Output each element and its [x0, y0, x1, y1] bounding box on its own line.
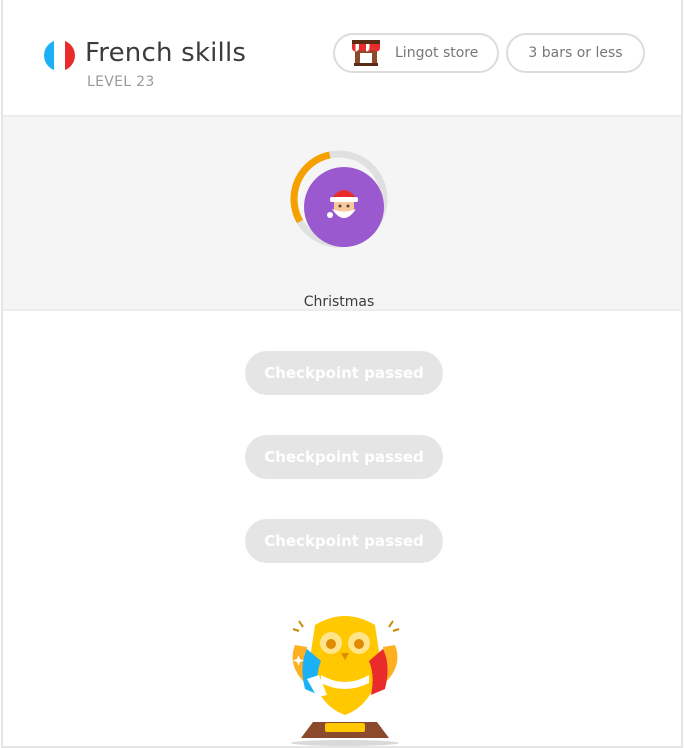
- bars-filter-button[interactable]: 3 bars or less: [506, 33, 645, 73]
- skills-header: French skills LEVEL 23 Lingot store 3 ba…: [3, 0, 681, 115]
- page-title: French skills: [85, 38, 247, 68]
- lingot-store-label: Lingot store: [395, 45, 479, 61]
- lingot-store-button[interactable]: Lingot store: [333, 33, 499, 73]
- skill-christmas[interactable]: Christmas: [289, 149, 389, 310]
- french-flag-icon: [44, 40, 75, 71]
- skills-card: French skills LEVEL 23 Lingot store 3 ba…: [1, 0, 683, 748]
- skill-name: Christmas: [303, 294, 375, 310]
- skill-section: Christmas: [3, 115, 681, 311]
- golden-owl-trophy-icon[interactable]: [281, 605, 409, 748]
- level-label: LEVEL 23: [87, 74, 155, 90]
- checkpoint-2-button[interactable]: Checkpoint passed: [245, 435, 443, 479]
- store-icon: [352, 40, 380, 66]
- checkpoint-1-button[interactable]: Checkpoint passed: [245, 351, 443, 395]
- skill-progress-ring: [290, 150, 388, 248]
- checkpoint-3-button[interactable]: Checkpoint passed: [245, 519, 443, 563]
